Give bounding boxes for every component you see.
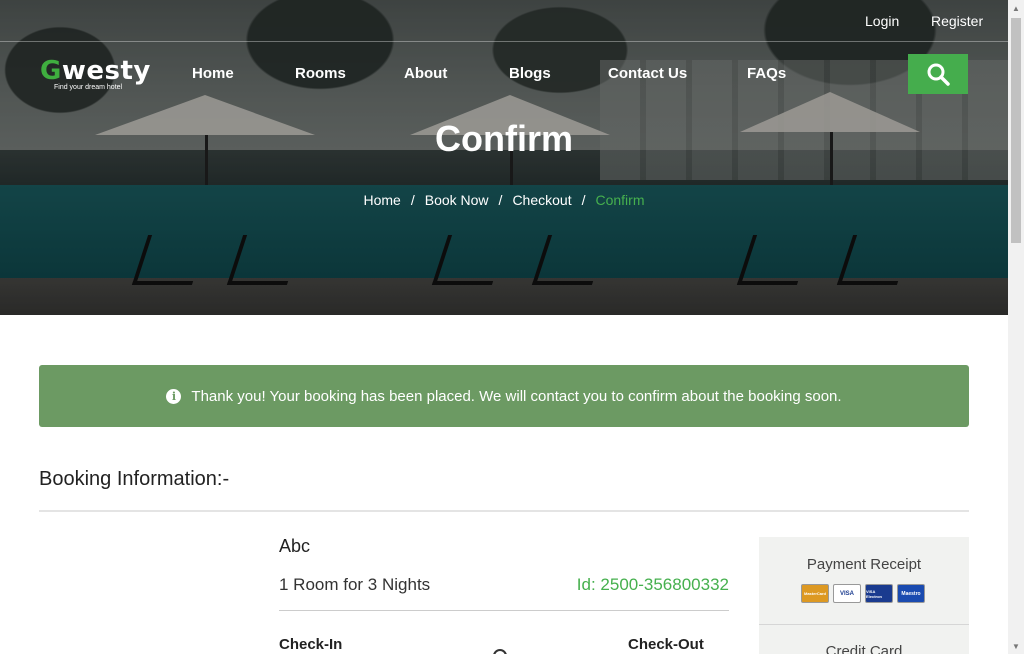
search-button[interactable] (908, 54, 968, 94)
nav-home[interactable]: Home (192, 65, 234, 82)
nav-blogs[interactable]: Blogs (509, 65, 551, 82)
breadcrumb-separator: / (410, 192, 415, 208)
payment-method: Credit Card (825, 643, 903, 654)
booking-id: Id: 2500-356800332 (576, 575, 729, 594)
site-logo[interactable]: Gwesty Find your dream hotel (40, 56, 151, 91)
hero-banner: Login Register Gwesty Find your dream ho… (0, 0, 1008, 315)
nav-faqs[interactable]: FAQs (747, 65, 786, 82)
register-link[interactable]: Register (931, 13, 983, 29)
page-scrollbar[interactable]: ▲ ▼ (1008, 0, 1024, 654)
breadcrumb: Home / Book Now / Checkout / Confirm (0, 192, 1008, 208)
visa-icon: VISA (833, 584, 861, 603)
breadcrumb-checkout[interactable]: Checkout (512, 192, 571, 208)
room-summary: 1 Room for 3 Nights (279, 575, 431, 594)
alert-message: Thank you! Your booking has been placed.… (191, 387, 842, 405)
scroll-down-icon[interactable]: ▼ (1008, 638, 1024, 654)
top-bar: Login Register (0, 0, 1008, 42)
search-icon (927, 63, 950, 86)
login-link[interactable]: Login (865, 13, 899, 29)
success-alert: i Thank you! Your booking has been place… (39, 365, 969, 427)
scroll-up-icon[interactable]: ▲ (1008, 0, 1024, 16)
breadcrumb-book-now[interactable]: Book Now (425, 192, 489, 208)
section-title: Booking Information:- (39, 468, 230, 490)
maestro-icon: Maestro (897, 584, 925, 603)
clock-icon (493, 649, 507, 654)
room-name: Abc (279, 536, 311, 556)
room-divider (279, 610, 729, 611)
info-icon: i (166, 388, 182, 404)
page-title: Confirm (435, 118, 573, 159)
nav-contact-us[interactable]: Contact Us (608, 65, 687, 82)
visa-electron-icon: VISA Electron (865, 584, 893, 603)
nav-about[interactable]: About (404, 65, 447, 82)
mastercard-icon: MasterCard (801, 584, 829, 603)
section-divider (39, 510, 969, 512)
payment-receipt-panel: Payment Receipt MasterCard VISA VISA Ele… (759, 537, 969, 654)
breadcrumb-separator: / (498, 192, 503, 208)
breadcrumb-home[interactable]: Home (363, 192, 400, 208)
payment-cards: MasterCard VISA VISA Electron Maestro (801, 584, 925, 603)
check-out-label: Check-Out (628, 636, 704, 653)
check-in-label: Check-In (279, 636, 343, 653)
receipt-title: Payment Receipt (806, 556, 922, 573)
breadcrumb-separator: / (581, 192, 586, 208)
nav-rooms[interactable]: Rooms (295, 65, 346, 82)
scrollbar-thumb[interactable] (1011, 18, 1021, 243)
receipt-divider (759, 624, 969, 625)
logo-wordmark: Gwesty (40, 56, 151, 86)
breadcrumb-current: Confirm (595, 192, 645, 208)
